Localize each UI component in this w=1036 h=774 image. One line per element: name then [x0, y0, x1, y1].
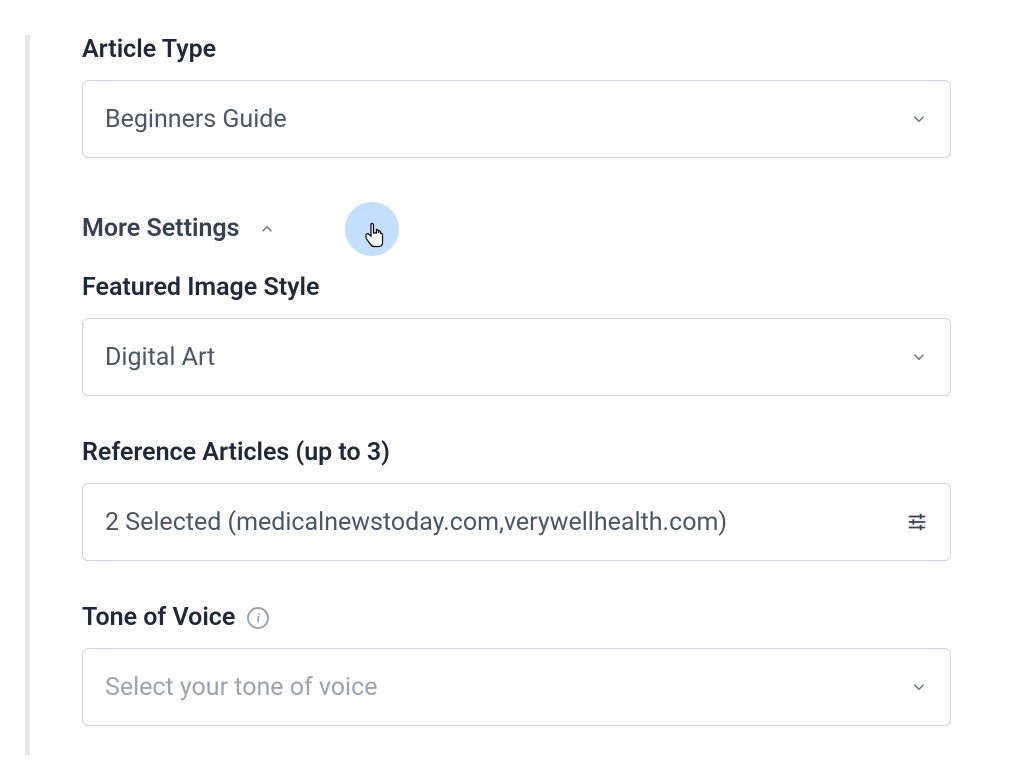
tone-of-voice-select[interactable]: Select your tone of voice — [82, 648, 951, 726]
chevron-down-icon — [910, 678, 928, 696]
featured-image-style-select[interactable]: Digital Art — [82, 318, 951, 396]
reference-articles-label: Reference Articles (up to 3) — [82, 438, 951, 467]
chevron-up-wrap — [258, 220, 276, 238]
cursor-pointer-icon — [362, 222, 386, 250]
tone-of-voice-group: Tone of Voice i Select your tone of voic… — [82, 603, 951, 726]
featured-image-style-label: Featured Image Style — [82, 273, 951, 302]
more-settings-toggle[interactable]: More Settings — [82, 214, 951, 243]
chevron-up-icon — [258, 220, 276, 238]
sidebar-indicator — [25, 35, 30, 755]
reference-articles-group: Reference Articles (up to 3) 2 Selected … — [82, 438, 951, 561]
reference-articles-select[interactable]: 2 Selected (medicalnewstoday.com,verywel… — [82, 483, 951, 561]
info-icon[interactable]: i — [247, 607, 269, 629]
sliders-icon — [906, 511, 928, 533]
featured-image-style-group: Featured Image Style Digital Art — [82, 273, 951, 396]
article-type-value: Beginners Guide — [105, 105, 287, 134]
chevron-down-icon — [910, 110, 928, 128]
more-settings-label: More Settings — [82, 214, 240, 243]
featured-image-style-value: Digital Art — [105, 343, 215, 372]
article-type-select[interactable]: Beginners Guide — [82, 80, 951, 158]
settings-form: Article Type Beginners Guide More Settin… — [82, 35, 951, 768]
article-type-group: Article Type Beginners Guide — [82, 35, 951, 158]
chevron-down-icon — [910, 348, 928, 366]
tone-of-voice-label-row: Tone of Voice i — [82, 603, 951, 632]
tone-of-voice-label: Tone of Voice — [82, 603, 235, 632]
tone-of-voice-placeholder: Select your tone of voice — [105, 673, 377, 702]
article-type-label: Article Type — [82, 35, 951, 64]
reference-articles-value: 2 Selected (medicalnewstoday.com,verywel… — [105, 508, 727, 537]
